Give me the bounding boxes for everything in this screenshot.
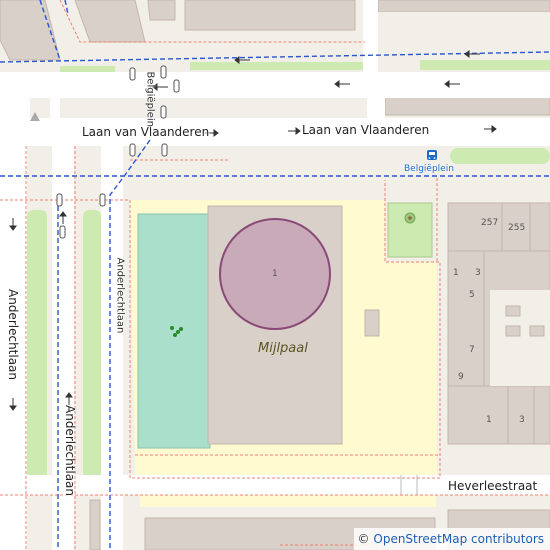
courtyard (490, 290, 550, 386)
building-number: 1 (272, 269, 278, 279)
house-number: 257 (481, 218, 499, 228)
bus-stop-icon (427, 150, 437, 160)
house-number: 1 (453, 268, 459, 278)
street-label-heverleestraat: Heverleestraat (448, 479, 538, 493)
street-label-anderlechtlaan-east: Anderlechtlaan (114, 257, 126, 334)
attribution-link[interactable]: OpenStreetMap contributors (373, 532, 544, 546)
street-label-laan-van-vlaanderen-east: Laan van Vlaanderen (302, 123, 430, 137)
bus-stop-label: Belgiëplein (404, 164, 454, 174)
place-label-mijlpaal: Mijlpaal (258, 341, 308, 356)
house-number: 7 (469, 345, 475, 355)
street-label-anderlechtlaan-mid: Anderlechtlaan (63, 405, 77, 497)
map-attribution: © OpenStreetMap contributors (353, 528, 550, 550)
garden-shed-1 (505, 305, 521, 317)
small-building (364, 309, 380, 337)
copyright-symbol: © (357, 532, 370, 546)
house-number: 1 (486, 415, 492, 425)
house-number: 3 (519, 415, 525, 425)
school-grounds-south (140, 495, 436, 507)
house-number: 5 (469, 290, 475, 300)
tree-trunk-icon (408, 216, 412, 220)
house-number: 255 (508, 223, 526, 233)
street-label-belgieplein: Belgiëplein (144, 71, 156, 127)
sports-pitch (137, 213, 211, 449)
house-number: 3 (475, 268, 481, 278)
garden-shed-3 (529, 325, 545, 337)
house-number: 9 (458, 372, 464, 382)
street-label-anderlechtlaan-west: Anderlechtlaan (6, 289, 20, 381)
garden-shed-2 (505, 325, 521, 337)
